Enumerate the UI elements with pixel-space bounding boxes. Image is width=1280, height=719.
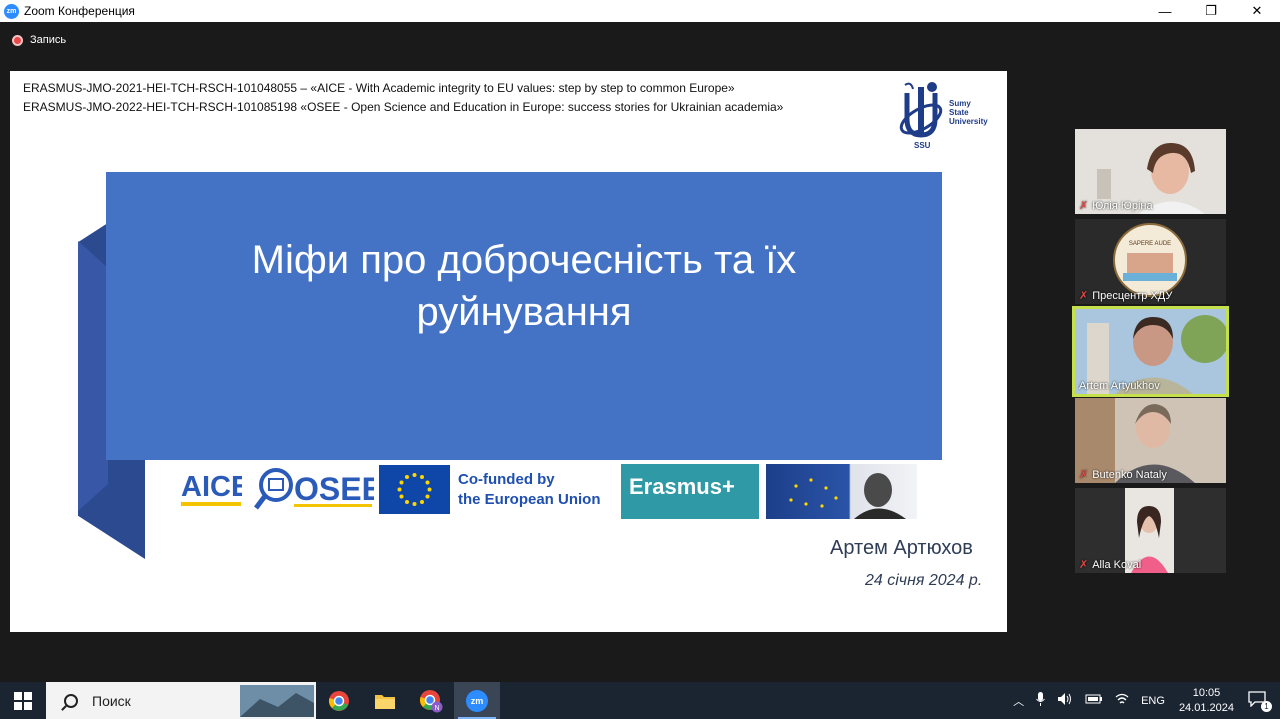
microphone-muted-icon: ✗ xyxy=(1079,200,1089,212)
recording-label: Запись xyxy=(30,34,67,46)
taskbar-chrome-profile[interactable]: N xyxy=(408,682,454,719)
volume-icon[interactable] xyxy=(1057,692,1073,709)
chrome-icon xyxy=(329,690,349,711)
taskbar-chrome[interactable] xyxy=(316,682,362,719)
participant-tile[interactable]: ✗ Alla Koval xyxy=(1075,488,1226,573)
shared-slide: ERASMUS-JMO-2021-HEI-TCH-RSCH-101048055 … xyxy=(10,71,1007,632)
microphone-icon[interactable] xyxy=(1036,692,1045,709)
participant-tile[interactable]: ✗ Butenko Nataly xyxy=(1075,398,1226,483)
language-indicator[interactable]: ENG xyxy=(1141,695,1165,707)
close-button[interactable]: ✕ xyxy=(1234,0,1280,22)
participant-name: ✗ Butenko Nataly xyxy=(1079,468,1167,482)
erasmus-plus-logo: Erasmus+ xyxy=(621,464,759,519)
maximize-button[interactable]: ❐ xyxy=(1188,0,1234,22)
author-name: Артем Артюхов xyxy=(830,537,973,559)
search-highlight-image xyxy=(240,685,314,717)
windows-logo-icon xyxy=(14,691,32,710)
wifi-icon[interactable] xyxy=(1115,693,1129,708)
search-icon xyxy=(64,693,78,708)
zoom-app-icon: zm xyxy=(4,3,19,19)
slide-title-box: Міфи про доброчесність та їх руйнування xyxy=(106,172,942,460)
presentation-date: 24 січня 2024 р. xyxy=(865,572,983,589)
notifications-icon[interactable]: 1 xyxy=(1248,691,1272,712)
participant-tile[interactable]: ✗ Юлія Юріна xyxy=(1075,129,1226,214)
university-abbr: SSU xyxy=(914,141,931,150)
meeting-area: Запись ERASMUS-JMO-2021-HEI-TCH-RSCH-101… xyxy=(0,22,1280,682)
microphone-muted-icon: ✗ xyxy=(1079,559,1089,571)
windows-taskbar: Поиск N zm ︿ ENG 10:05 24.01.2024 1 xyxy=(0,682,1280,719)
taskbar-zoom[interactable]: zm xyxy=(454,682,500,719)
taskbar-file-explorer[interactable] xyxy=(362,682,408,719)
osee-logo: OSEE xyxy=(254,468,374,510)
decorative-shape xyxy=(78,241,108,511)
project-line-osee: ERASMUS-JMO-2022-HEI-TCH-RSCH-101085198 … xyxy=(23,100,784,114)
project-line-aice: ERASMUS-JMO-2021-HEI-TCH-RSCH-101048055 … xyxy=(23,81,735,95)
show-hidden-icons-chevron-icon[interactable]: ︿ xyxy=(1013,693,1024,709)
participant-tile-active-speaker[interactable]: Artem Artyukhov xyxy=(1072,306,1229,397)
svg-text:AICE: AICE xyxy=(181,471,242,503)
clock[interactable]: 10:05 24.01.2024 xyxy=(1179,686,1234,716)
battery-icon[interactable] xyxy=(1085,693,1103,708)
notification-count: 1 xyxy=(1261,701,1272,712)
search-placeholder: Поиск xyxy=(92,692,131,709)
participant-name: ✗ Юлія Юріна xyxy=(1079,199,1153,213)
minimize-button[interactable]: — xyxy=(1142,0,1188,22)
participant-name: Artem Artyukhov xyxy=(1079,380,1160,392)
recording-indicator[interactable]: Запись xyxy=(12,34,66,46)
taskbar-search-input[interactable]: Поиск xyxy=(46,682,316,719)
eu-cofunded-text: Co-funded by the European Union xyxy=(458,471,601,508)
microphone-muted-icon: ✗ xyxy=(1079,290,1089,302)
jean-monnet-logo xyxy=(766,464,917,519)
system-tray: ︿ ENG 10:05 24.01.2024 1 xyxy=(1007,682,1280,719)
participant-name: ✗ Alla Koval xyxy=(1079,558,1142,572)
microphone-muted-icon: ✗ xyxy=(1079,469,1089,481)
aice-logo: AICE xyxy=(181,471,242,506)
svg-text:OSEE: OSEE xyxy=(294,471,374,507)
start-button[interactable] xyxy=(0,682,46,719)
zoom-icon: zm xyxy=(466,689,488,712)
participant-avatar: SAPERE AUDE xyxy=(1113,223,1187,297)
slide-title: Міфи про доброчесність та їх руйнування xyxy=(251,238,797,334)
record-icon xyxy=(12,34,23,46)
participant-tile[interactable]: SAPERE AUDE ✗ Пресцентр ХДУ xyxy=(1075,219,1226,304)
window-title-bar: zm Zoom Конференция — ❐ ✕ xyxy=(0,0,1280,22)
svg-text:N: N xyxy=(434,705,439,712)
participant-name: ✗ Пресцентр ХДУ xyxy=(1079,289,1173,303)
window-title: Zoom Конференция xyxy=(24,4,135,18)
chrome-profile-icon: N xyxy=(420,689,443,712)
university-name: Sumy State University xyxy=(949,99,988,126)
folder-icon xyxy=(375,694,395,709)
svg-text:SAPERE AUDE: SAPERE AUDE xyxy=(1129,241,1171,247)
eu-flag-icon xyxy=(379,465,450,514)
